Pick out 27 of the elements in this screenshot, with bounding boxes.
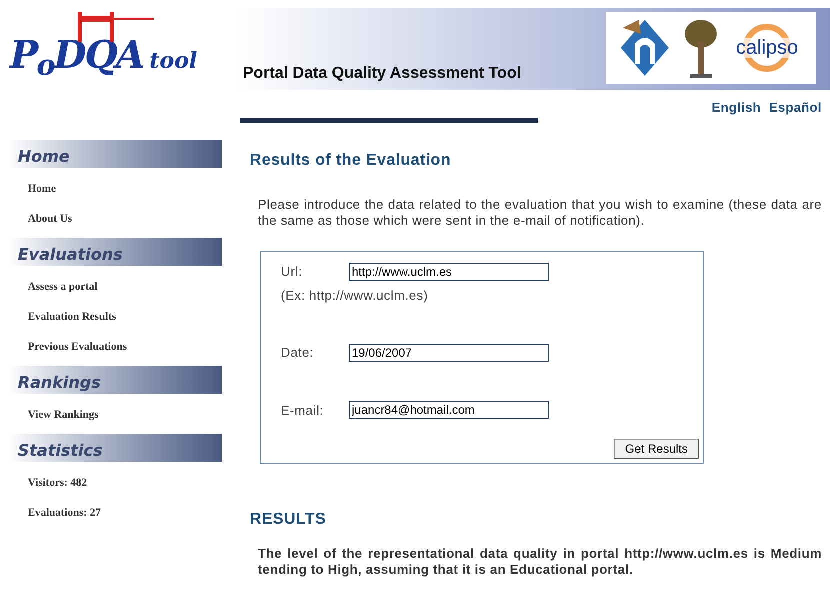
- input-field[interactable]: 19/06/2007: [349, 344, 549, 362]
- get-results-button[interactable]: Get Results: [614, 439, 699, 459]
- input-field[interactable]: http://www.uclm.es: [349, 262, 549, 281]
- sidebar-link[interactable]: About Us: [28, 210, 72, 228]
- input-field[interactable]: juancr84@hotmail.com: [349, 401, 549, 420]
- field-hint: (Ex: http://www.uclm.es): [281, 286, 428, 305]
- tower-icon: [618, 18, 671, 78]
- results-heading: RESULTS: [250, 510, 328, 530]
- partner-logo-text: calipso: [736, 38, 798, 58]
- page-title: Results of the Evaluation: [250, 151, 452, 171]
- banner-title: Portal Data Quality Assessment Tool: [243, 64, 522, 84]
- sidebar-link[interactable]: Visitors: 482: [28, 474, 88, 492]
- sidebar-link[interactable]: Previous Evaluations: [28, 338, 128, 356]
- field-label: E-mail:: [281, 402, 325, 420]
- sidebar-link[interactable]: Assess a portal: [28, 278, 98, 296]
- language-link[interactable]: English: [712, 98, 762, 116]
- sidebar-link[interactable]: View Rankings: [28, 406, 99, 424]
- sidebar-link[interactable]: Home: [28, 180, 56, 198]
- logo-suffix: tool: [150, 50, 198, 72]
- field-label: Date:: [281, 344, 315, 362]
- language-link[interactable]: Español: [769, 98, 822, 116]
- logo-text: P$_{o}$DQA: [10, 36, 144, 74]
- sidebar-link[interactable]: Evaluation Results: [28, 308, 116, 326]
- field-label: Url:: [281, 263, 304, 281]
- results-text: The level of the representational data quality in portal http://www.uclm.es is Medium tending to High, assuming that it is an Educational portal.: [258, 546, 822, 578]
- sidebar-link[interactable]: Evaluations: 27: [28, 504, 102, 522]
- intro-text: Please introduce the data related to the evaluation that you wish to examine (these data are the same as those which were sent in the e-mail of notification).: [258, 197, 822, 229]
